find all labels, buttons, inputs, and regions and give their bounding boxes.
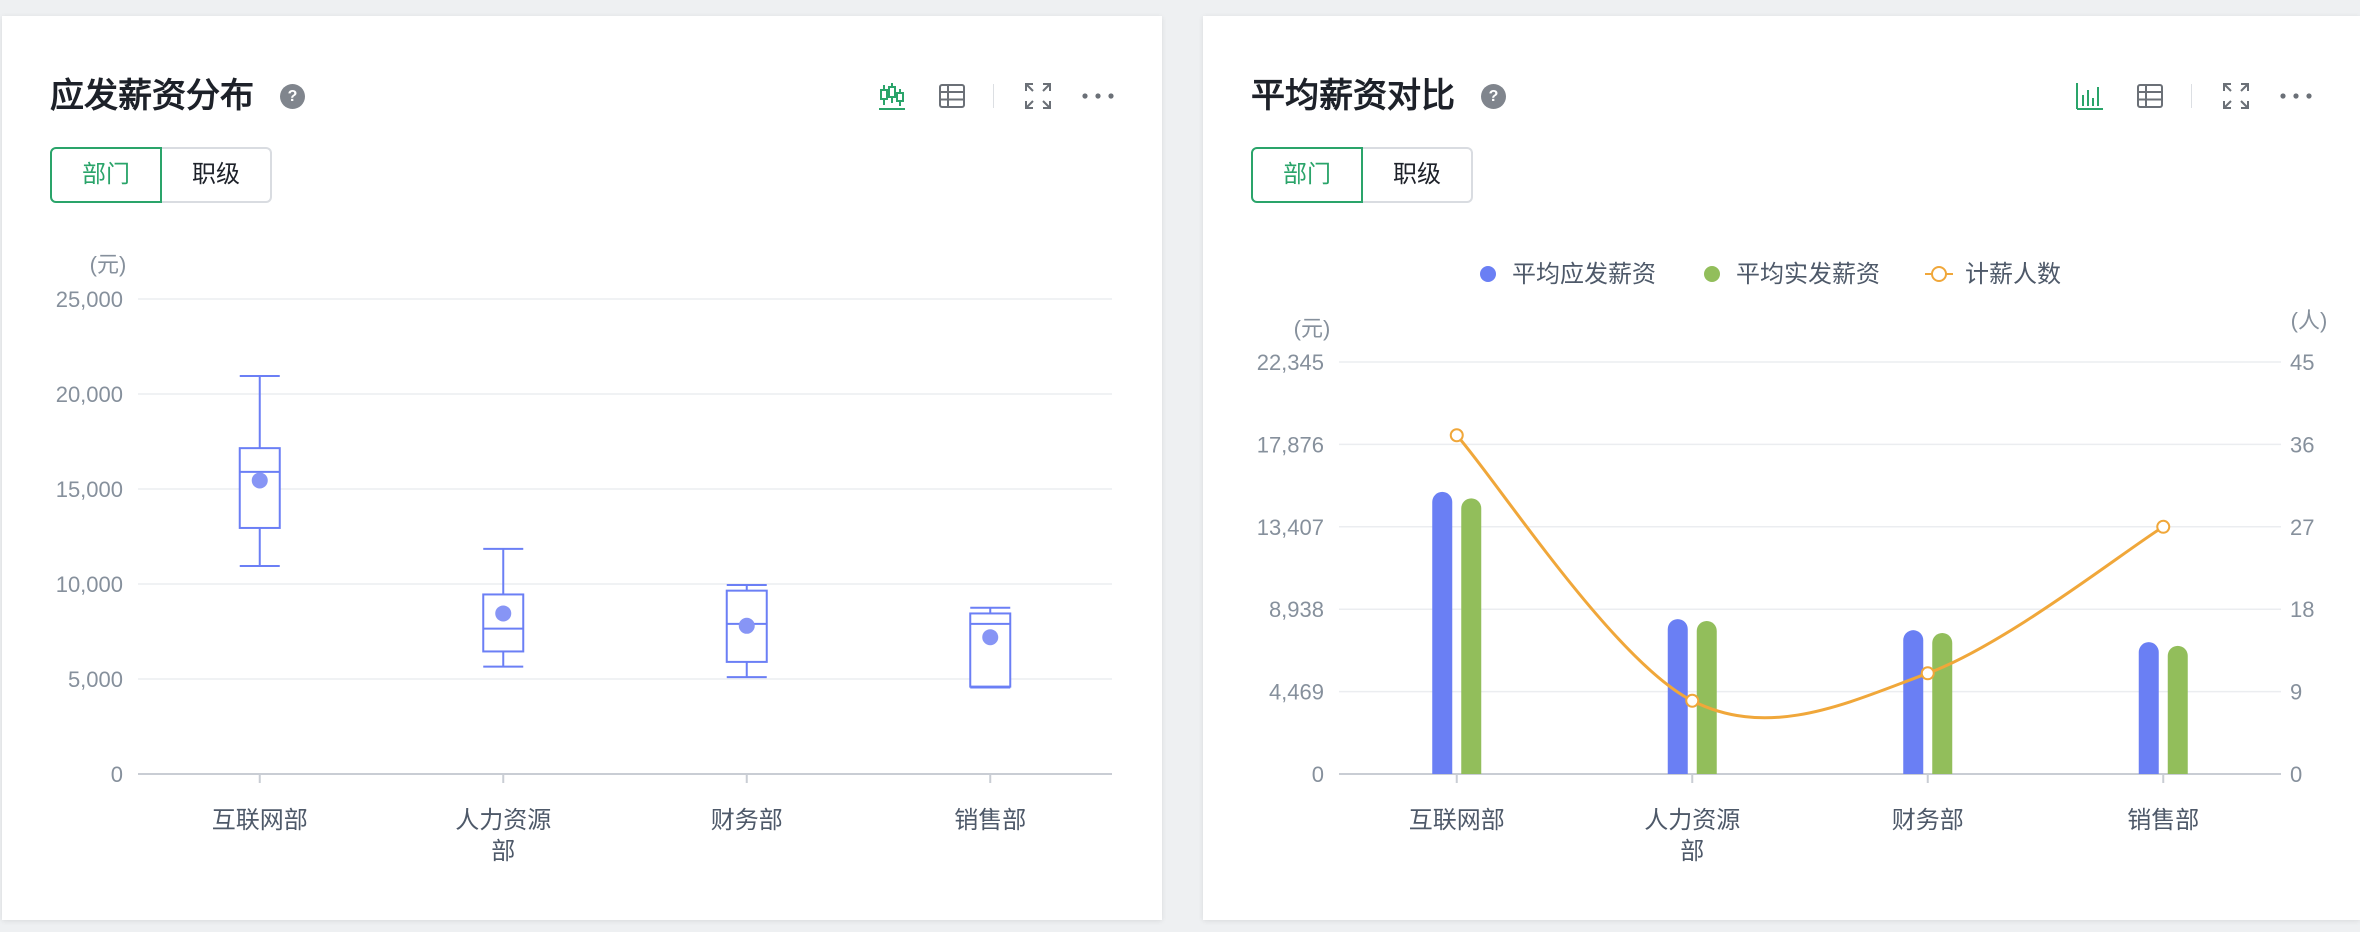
bar-net-salary [1696,620,1717,774]
y-axis-unit: (元) [1294,316,1331,341]
legend-swatch-green [1704,266,1720,282]
legend-marker [1931,266,1947,282]
headcount-point [1685,693,1700,708]
x-tick-label: 人力资源 [1644,807,1740,834]
x-tick-label: 销售部 [954,807,1026,834]
segment-department[interactable]: 部门 [1251,147,1363,203]
segment-department[interactable]: 部门 [50,147,162,203]
x-tick-label: 销售部 [2127,807,2199,834]
boxplot-box [482,593,525,653]
y-tick-label: 5,000 [68,667,123,692]
bar-net-salary [1461,498,1482,774]
x-tick-label: 财务部 [711,807,783,834]
y-tick-label: 13,407 [1257,515,1324,540]
y-tick-label: 8,938 [1269,597,1324,622]
headcount-point [1449,428,1464,443]
y2-axis-unit: (人) [2291,308,2328,333]
legend-item: 平均应发薪资 [1480,261,1656,288]
bar-net-salary [1932,632,1953,774]
y2-tick-label: 45 [2290,350,2314,375]
boxplot-mean-point [251,472,268,489]
boxplot-mean-point [738,617,755,634]
boxplot-mean-point [982,629,999,646]
y2-tick-label: 27 [2290,515,2314,540]
x-tick-label: 互联网部 [212,807,308,834]
y-tick-label: 15,000 [56,477,123,502]
x-tick-label: 人力资源 [455,807,551,834]
x-tick-label: 部 [1680,838,1704,865]
boxplot-item [725,583,768,679]
bar-gross-salary [2138,642,2159,774]
y2-tick-label: 36 [2290,432,2314,457]
y2-tick-label: 0 [2290,762,2302,787]
y-tick-label: 0 [111,762,123,787]
y-axis-unit: (元) [90,252,127,277]
bar-line-combo-chart: 平均应发薪资 平均实发薪资 计薪人数 0 4,469 8,938 13,407 17,876 2… [1257,261,2328,865]
x-tick-label: 财务部 [1892,807,1964,834]
y2-tick-label: 9 [2290,680,2302,705]
average-salary-card: 平均薪资对比 ? 部门 职级 平均应发薪资 平均实发薪资 计薪人数 0 4,46… [1203,16,2360,920]
boxplot-chart: 0 5,000 10,000 15,000 20,000 25,000 (元) 互联网部 人力资… [56,252,1112,865]
boxplot-item [482,547,525,668]
legend-swatch-blue [1480,266,1496,282]
bar-gross-salary [1903,630,1924,774]
headcount-point [1920,666,1935,681]
y-tick-label: 17,876 [1257,432,1324,457]
y-tick-label: 10,000 [56,572,123,597]
y-tick-label: 0 [1312,762,1324,787]
boxplot-mean-point [495,605,512,622]
boxplot-item [238,374,281,567]
y2-tick-label: 18 [2290,597,2314,622]
headcount-line [1455,434,2165,720]
legend-label: 平均实发薪资 [1736,261,1880,288]
legend-label: 计薪人数 [1965,261,2061,288]
x-tick-label: 互联网部 [1409,807,1505,834]
legend-item: 平均实发薪资 [1704,261,1880,288]
bar-net-salary [2167,645,2188,774]
legend-item: 计薪人数 [1925,261,2061,288]
x-tick-label: 部 [491,838,515,865]
boxplot-item [969,606,1012,689]
salary-distribution-card: 应发薪资分布 ? 部门 职级 0 5,000 10,000 15,000 20,… [2,16,1162,920]
legend-label: 平均应发薪资 [1512,261,1656,288]
bar-gross-salary [1432,491,1453,774]
y-tick-label: 25,000 [56,287,123,312]
y-tick-label: 20,000 [56,382,123,407]
y-tick-label: 22,345 [1257,350,1324,375]
headcount-point [2156,519,2171,534]
y-tick-label: 4,469 [1269,680,1324,705]
